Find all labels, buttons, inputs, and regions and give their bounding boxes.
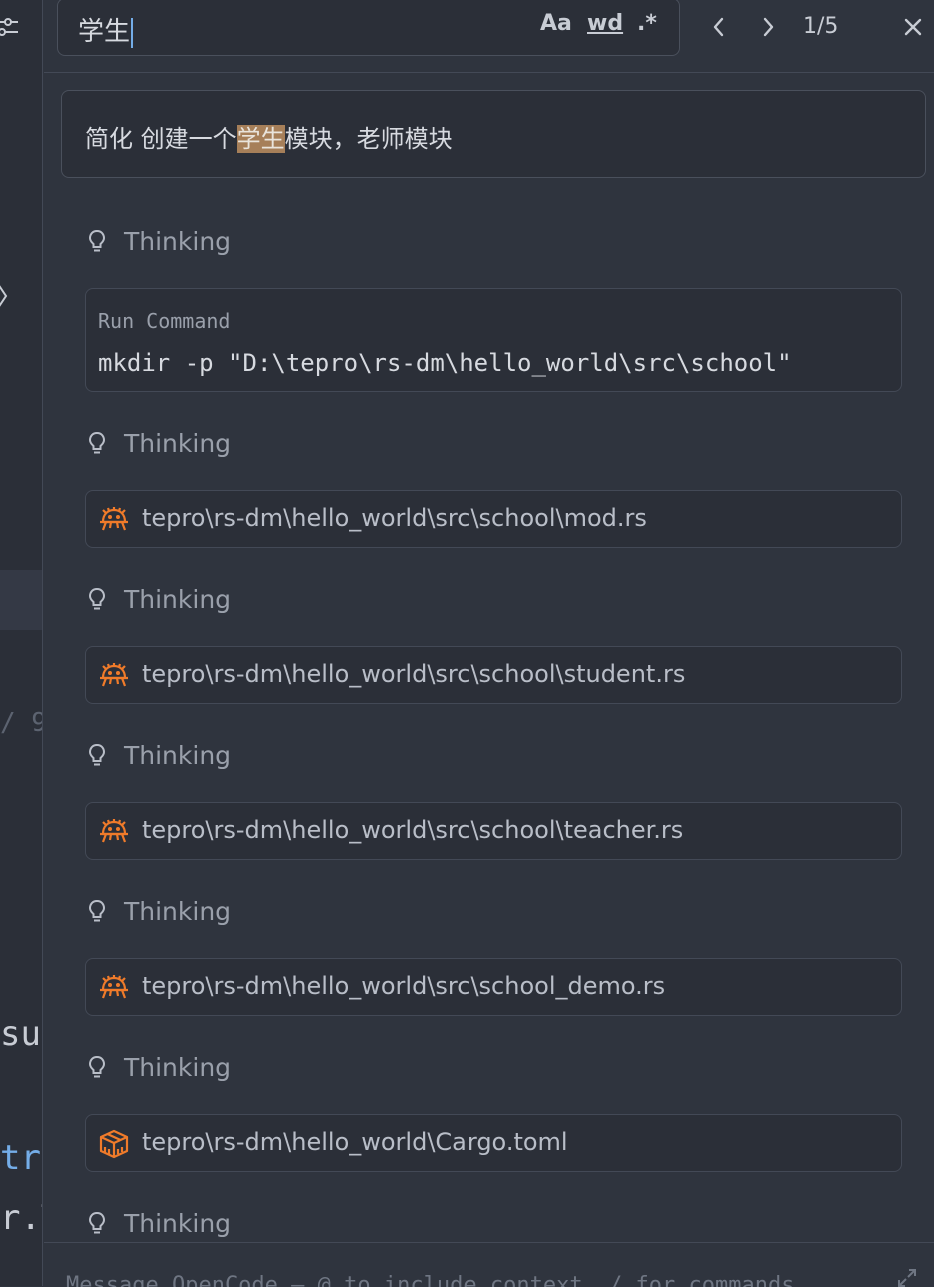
- file-edit-card[interactable]: tepro\rs-dm\hello_world\Cargo.toml: [85, 1114, 902, 1172]
- text-caret: [131, 17, 134, 48]
- match-count: 1/5: [803, 14, 839, 39]
- thinking-block[interactable]: Thinking: [86, 1206, 231, 1240]
- editor-code-fragment: tri: [0, 1138, 42, 1178]
- file-path: tepro\rs-dm\hello_world\src\school\stude…: [142, 660, 686, 688]
- thinking-label: Thinking: [124, 896, 232, 926]
- run-command-title: Run Command: [98, 309, 231, 333]
- thinking-label: Thinking: [124, 1208, 232, 1238]
- cargo-box-icon: [99, 1129, 129, 1159]
- file-path: tepro\rs-dm\hello_world\Cargo.toml: [142, 1128, 568, 1156]
- thinking-block[interactable]: Thinking: [86, 582, 231, 616]
- search-match-highlight: 学生: [236, 125, 285, 153]
- thinking-label: Thinking: [124, 226, 232, 256]
- search-query: 学生: [78, 17, 131, 47]
- regex-toggle[interactable]: .*: [637, 11, 657, 36]
- lightbulb-icon: [88, 587, 106, 610]
- editor-pane: / 9 sul tri r.T: [0, 0, 43, 1286]
- thinking-block[interactable]: Thinking: [86, 738, 231, 772]
- expand-icon[interactable]: [896, 1267, 918, 1287]
- thinking-label: Thinking: [124, 584, 232, 614]
- run-command-text: mkdir -p "D:\tepro\rs-dm\hello_world\src…: [98, 349, 792, 377]
- lightbulb-icon: [88, 431, 106, 454]
- lightbulb-icon: [88, 1055, 106, 1078]
- thinking-label: Thinking: [124, 428, 232, 458]
- match-case-toggle[interactable]: Aa: [540, 11, 572, 36]
- search-input[interactable]: 学生 Aa wd .*: [57, 0, 680, 56]
- find-bar: 学生 Aa wd .* 1/5: [44, 0, 934, 73]
- file-edit-card[interactable]: tepro\rs-dm\hello_world\src\school_demo.…: [85, 958, 902, 1016]
- file-edit-card[interactable]: tepro\rs-dm\hello_world\src\school\mod.r…: [85, 490, 902, 548]
- user-message-text: 简化 创建一个: [85, 125, 237, 153]
- filter-settings-icon[interactable]: [0, 14, 20, 40]
- user-message-text: 模块，老师模块: [284, 125, 453, 153]
- thinking-block[interactable]: Thinking: [86, 894, 231, 928]
- editor-current-line: [0, 570, 42, 630]
- editor-code-fragment: / 9: [0, 708, 43, 738]
- close-icon[interactable]: [898, 12, 928, 42]
- editor-code-fragment: r.T: [0, 1198, 42, 1238]
- file-path: tepro\rs-dm\hello_world\src\school\teach…: [142, 816, 684, 844]
- message-input[interactable]: Message OpenCode — @ to include context,…: [66, 1273, 794, 1287]
- next-match-button[interactable]: [753, 10, 783, 44]
- lightbulb-icon: [88, 229, 106, 252]
- thinking-label: Thinking: [124, 740, 232, 770]
- file-path: tepro\rs-dm\hello_world\src\school\mod.r…: [142, 504, 647, 532]
- rust-crab-icon: [100, 975, 128, 999]
- message-composer[interactable]: Message OpenCode — @ to include context,…: [44, 1242, 934, 1287]
- previous-match-button[interactable]: [704, 10, 734, 44]
- user-message: 简化 创建一个学生模块，老师模块: [61, 90, 926, 178]
- rust-crab-icon: [100, 663, 128, 687]
- run-command-card[interactable]: Run Command mkdir -p "D:\tepro\rs-dm\hel…: [85, 288, 902, 392]
- thinking-label: Thinking: [124, 1052, 232, 1082]
- file-edit-card[interactable]: tepro\rs-dm\hello_world\src\school\teach…: [85, 802, 902, 860]
- whole-word-toggle[interactable]: wd: [587, 11, 623, 36]
- file-path: tepro\rs-dm\hello_world\src\school_demo.…: [142, 972, 666, 1000]
- lightbulb-icon: [88, 1211, 106, 1234]
- thinking-block[interactable]: Thinking: [86, 224, 231, 258]
- editor-fold-marker-icon: [0, 285, 8, 307]
- thinking-block[interactable]: Thinking: [86, 1050, 231, 1084]
- rust-crab-icon: [100, 507, 128, 531]
- lightbulb-icon: [88, 899, 106, 922]
- thinking-block[interactable]: Thinking: [86, 426, 231, 460]
- editor-code-fragment: sul: [0, 1014, 42, 1054]
- lightbulb-icon: [88, 743, 106, 766]
- rust-crab-icon: [100, 819, 128, 843]
- file-edit-card[interactable]: tepro\rs-dm\hello_world\src\school\stude…: [85, 646, 902, 704]
